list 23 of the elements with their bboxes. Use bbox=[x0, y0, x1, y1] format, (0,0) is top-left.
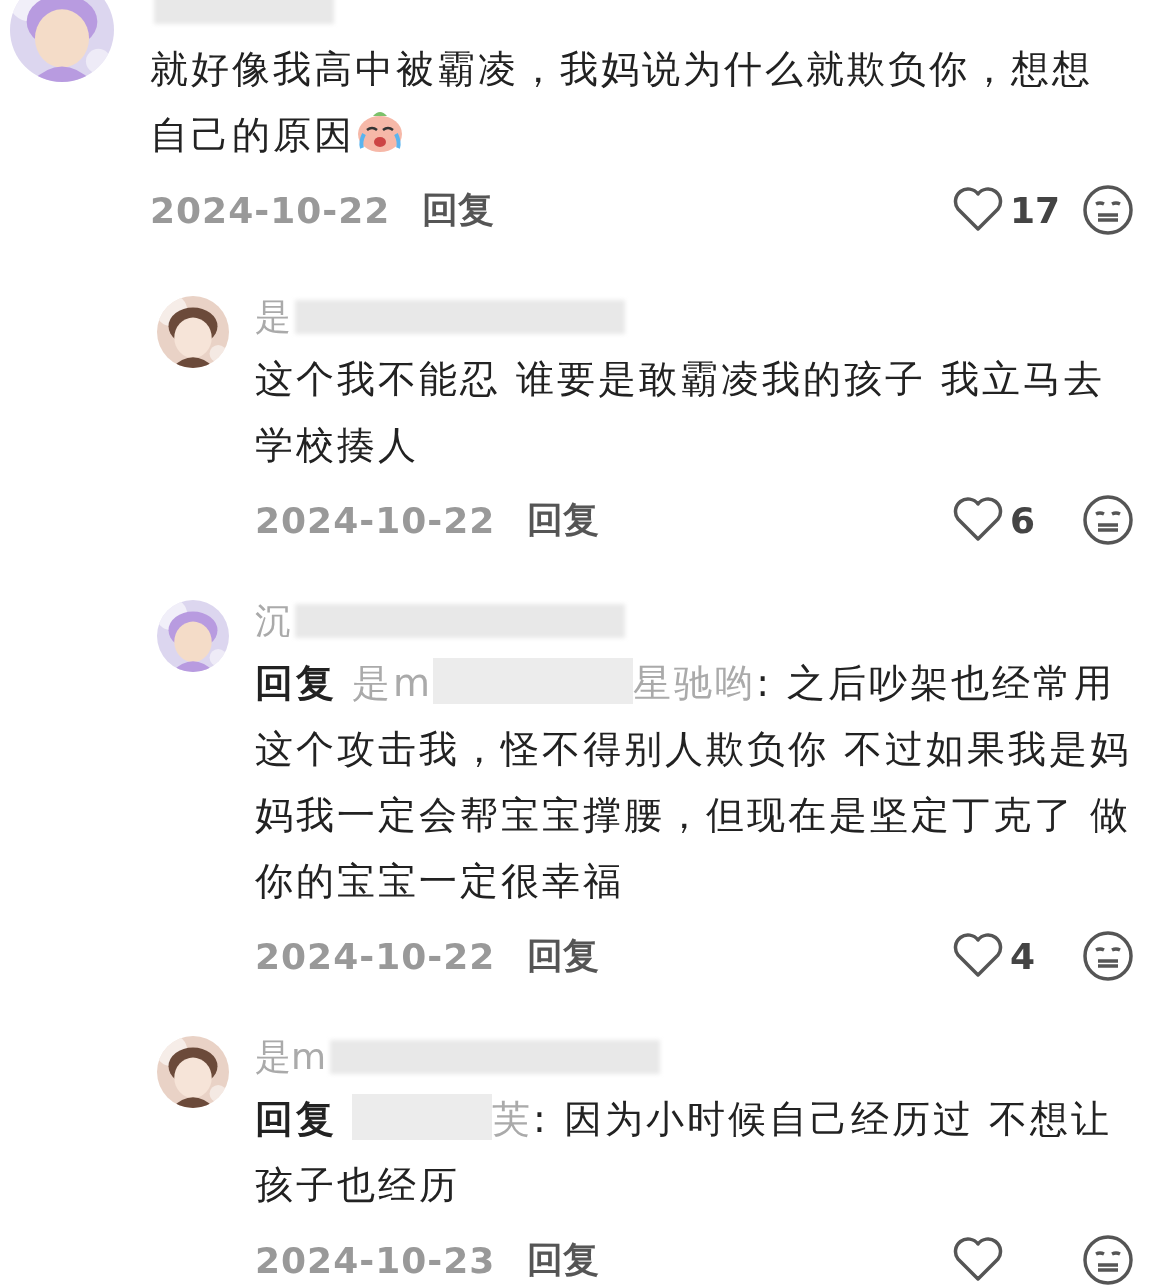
comment-date: 2024-10-22 bbox=[255, 499, 496, 541]
comment-date: 2024-10-22 bbox=[150, 189, 391, 231]
reply-button[interactable]: 回复 bbox=[523, 931, 604, 981]
heart-icon[interactable] bbox=[952, 497, 1004, 543]
like-count: 4 bbox=[1010, 935, 1036, 977]
heart-icon[interactable] bbox=[952, 933, 1004, 979]
dislike-face-icon[interactable] bbox=[1082, 1234, 1134, 1286]
heart-icon[interactable] bbox=[952, 187, 1004, 233]
like-count: 17 bbox=[1010, 189, 1061, 231]
dislike-face-icon[interactable] bbox=[1082, 184, 1134, 236]
comment-text: 回复 芙: 因为小时候自己经历过 不想让孩子也经历 bbox=[255, 1086, 1134, 1218]
comment-text: 就好像我高中被霸凌，我妈说为什么就欺负你，想想自己的原因 bbox=[150, 46, 1094, 159]
comment-date: 2024-10-23 bbox=[255, 1239, 496, 1281]
comment-text: 这个我不能忍 谁要是敢霸凌我的孩子 我立马去学校揍人 bbox=[255, 356, 1107, 469]
reply-button[interactable]: 回复 bbox=[523, 495, 604, 545]
like-count: 6 bbox=[1010, 499, 1036, 541]
reply-button[interactable]: 回复 bbox=[418, 185, 499, 235]
heart-icon[interactable] bbox=[952, 1237, 1004, 1283]
dislike-face-icon[interactable] bbox=[1082, 930, 1134, 982]
comment-date: 2024-10-22 bbox=[255, 935, 496, 977]
dislike-face-icon[interactable] bbox=[1082, 494, 1134, 546]
comment-text: 回复 是m 星驰哟: 之后吵架也经常用这个攻击我，怪不得别人欺负你 不过如果我是妈妈我一定会帮宝宝撑腰，但现在是坚定丁克了 做你的宝宝一定很幸福 bbox=[255, 650, 1134, 914]
reply-button[interactable]: 回复 bbox=[523, 1235, 604, 1285]
